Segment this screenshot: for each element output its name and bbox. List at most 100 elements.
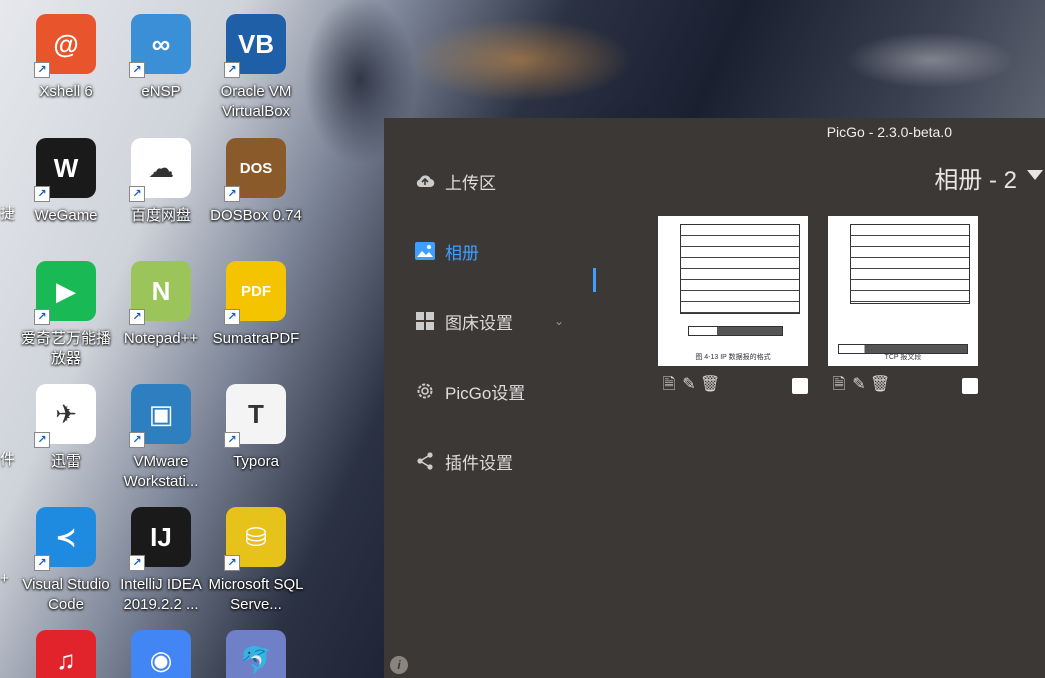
virtualbox-icon: VB ↗: [224, 14, 286, 78]
nav-album-label: 相册: [445, 243, 479, 263]
sqlserver-icon: ⛁ ↗: [224, 507, 286, 571]
desktop-shortcut-label: 迅雷: [50, 453, 81, 470]
cropped-shortcut-label: 捷: [0, 205, 16, 222]
desktop-shortcut[interactable]: ▣ ↗ VMware Workstati...: [113, 384, 209, 492]
desktop-shortcut-label: WeGame: [34, 207, 98, 224]
album-title[interactable]: 相册 - 2: [934, 160, 1017, 195]
netease-music-icon: ♫↗: [36, 630, 96, 678]
select-checkbox[interactable]: [792, 378, 808, 394]
trash-icon[interactable]: 🗑: [700, 376, 720, 394]
photo-caption: TCP 报文段: [884, 354, 922, 361]
desktop-shortcut-label: 爱奇艺万能播放器: [20, 330, 111, 367]
desktop-icons: @ ↗ Xshell 6 ∞ ↗ eNSP VB ↗ Oracle VM VirtualBox W…: [0, 0, 384, 678]
picgo-window: PicGo - 2.3.0-beta.0 上传区 相册 图床设置 ⌄ PicGo…: [384, 118, 1045, 678]
desktop-shortcut-label: Oracle VM VirtualBox: [220, 83, 292, 120]
shortcut-arrow-icon: ↗: [129, 309, 145, 325]
desktop-shortcut-label: Notepad++: [123, 330, 199, 347]
intellij-icon: IJ ↗: [129, 507, 191, 571]
desktop-shortcut-label: 百度网盘: [130, 207, 191, 224]
cropped-shortcut-label: 件: [0, 451, 16, 468]
notepadpp-icon: N ↗: [129, 261, 191, 325]
desktop-shortcut-label: Visual Studio Code: [22, 576, 110, 613]
edit-icon[interactable]: ✎: [850, 376, 868, 394]
chrome-icon: ◉↗: [131, 630, 191, 678]
desktop-shortcut[interactable]: T ↗ Typora: [208, 384, 304, 472]
shortcut-arrow-icon: ↗: [129, 62, 145, 78]
desktop-shortcut[interactable]: ⛁ ↗ Microsoft SQL Serve...: [208, 507, 304, 615]
desktop-shortcut[interactable]: IJ ↗ IntelliJ IDEA 2019.2.2 ...: [113, 507, 209, 615]
cloud-upload-icon: [414, 170, 436, 192]
shortcut-arrow-icon: ↗: [34, 309, 50, 325]
shortcut-arrow-icon: ↗: [224, 555, 240, 571]
photo-thumbnail[interactable]: 图 4-13 IP 数据报的格式: [658, 216, 808, 366]
gear-icon: [414, 380, 436, 402]
desktop-shortcut-label: VMware Workstati...: [123, 453, 199, 490]
nav-picgo-settings-label: PicGo设置: [445, 383, 526, 403]
shortcut-arrow-icon: ↗: [34, 432, 50, 448]
copy-link-icon[interactable]: 🗎: [830, 376, 848, 394]
desktop-shortcut[interactable]: W ↗ WeGame: [18, 138, 114, 226]
shortcut-arrow-icon: ↗: [34, 555, 50, 571]
wegame-icon: W ↗: [34, 138, 96, 202]
photo-caption: 图 4-13 IP 数据报的格式: [695, 354, 771, 361]
trash-icon[interactable]: 🗑: [870, 376, 890, 394]
desktop-shortcut[interactable]: VB ↗ Oracle VM VirtualBox: [208, 14, 304, 122]
nav-upload-label: 上传区: [445, 173, 496, 193]
select-checkbox[interactable]: [962, 378, 978, 394]
iqiyi-icon: ▶ ↗: [34, 261, 96, 325]
share-icon: [414, 450, 436, 472]
mysql-dolphin-icon: 🐬↗: [226, 630, 286, 678]
desktop-shortcut[interactable]: ▶ ↗ 爱奇艺万能播放器: [18, 261, 114, 369]
cropped-shortcut-label: +: [0, 570, 9, 587]
shortcut-arrow-icon: ↗: [34, 62, 50, 78]
xunlei-icon: ✈ ↗: [34, 384, 96, 448]
desktop-shortcut-label: SumatraPDF: [212, 330, 300, 347]
window-title: PicGo - 2.3.0-beta.0: [826, 124, 952, 140]
desktop-shortcut-label: Microsoft SQL Serve...: [208, 576, 304, 613]
desktop-shortcut-label: Xshell 6: [39, 83, 93, 100]
nav-image-host-settings[interactable]: 图床设置 ⌄: [414, 306, 594, 336]
dosbox-icon: DOS ↗: [224, 138, 286, 202]
baidu-netdisk-icon: ☁ ↗: [129, 138, 191, 202]
desktop-shortcut-label: IntelliJ IDEA 2019.2.2 ...: [120, 576, 202, 613]
vmware-icon: ▣ ↗: [129, 384, 191, 448]
desktop-shortcut-label: DOSBox 0.74: [210, 207, 302, 224]
desktop-shortcut[interactable]: N ↗ Notepad++: [113, 261, 209, 349]
nav-upload[interactable]: 上传区: [414, 166, 594, 196]
edit-icon[interactable]: ✎: [680, 376, 698, 394]
copy-link-icon[interactable]: 🗎: [660, 376, 678, 394]
desktop-shortcut[interactable]: ∞ ↗ eNSP: [113, 14, 209, 102]
shortcut-arrow-icon: ↗: [224, 62, 240, 78]
nav-plugin-settings[interactable]: 插件设置: [414, 446, 594, 476]
active-nav-indicator: [593, 268, 596, 292]
shortcut-arrow-icon: ↗: [129, 186, 145, 202]
desktop-shortcut[interactable]: ✈ ↗ 迅雷: [18, 384, 114, 472]
chevron-down-icon[interactable]: ⌄: [554, 314, 564, 328]
desktop-shortcut-label: eNSP: [141, 83, 181, 100]
photo-thumbnail[interactable]: TCP 报文段: [828, 216, 978, 366]
desktop-shortcut[interactable]: DOS ↗ DOSBox 0.74: [208, 138, 304, 226]
desktop-shortcut[interactable]: ♫↗: [18, 630, 114, 678]
shortcut-arrow-icon: ↗: [224, 432, 240, 448]
sumatrapdf-icon: PDF ↗: [224, 261, 286, 325]
nav-album[interactable]: 相册: [414, 236, 594, 266]
shortcut-arrow-icon: ↗: [129, 432, 145, 448]
desktop-shortcut[interactable]: ≺ ↗ Visual Studio Code: [18, 507, 114, 615]
caret-down-icon[interactable]: [1027, 170, 1043, 180]
nav-picgo-settings[interactable]: PicGo设置: [414, 376, 594, 406]
nav-plugin-label: 插件设置: [445, 453, 513, 473]
typora-icon: T ↗: [224, 384, 286, 448]
ensp-icon: ∞ ↗: [129, 14, 191, 78]
nav-image-host-label: 图床设置: [445, 313, 513, 333]
shortcut-arrow-icon: ↗: [34, 186, 50, 202]
shortcut-arrow-icon: ↗: [224, 186, 240, 202]
grid-icon: [414, 310, 436, 332]
photo-card: TCP 报文段 🗎 ✎ 🗑: [828, 216, 978, 398]
desktop-shortcut[interactable]: PDF ↗ SumatraPDF: [208, 261, 304, 349]
desktop-shortcut[interactable]: @ ↗ Xshell 6: [18, 14, 114, 102]
desktop-shortcut[interactable]: 🐬↗: [208, 630, 304, 678]
xshell-icon: @ ↗: [34, 14, 96, 78]
info-icon[interactable]: i: [390, 656, 408, 674]
desktop-shortcut[interactable]: ☁ ↗ 百度网盘: [113, 138, 209, 226]
desktop-shortcut[interactable]: ◉↗: [113, 630, 209, 678]
